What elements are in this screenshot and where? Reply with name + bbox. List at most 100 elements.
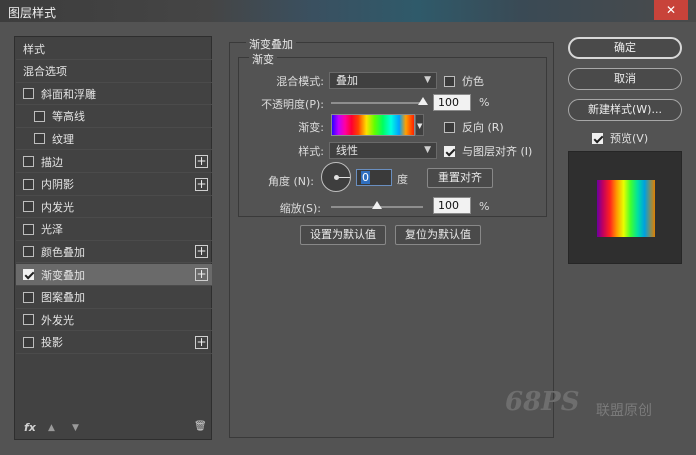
reverse-label: 反向 (R) [462,121,504,134]
add-effect-icon[interactable]: + [195,177,208,191]
style-item-label: 描边 [41,155,63,169]
opacity-slider-track[interactable] [331,102,423,104]
scale-input[interactable]: 100 [433,197,471,214]
style-item-label: 投影 [41,336,63,350]
scale-slider-thumb[interactable] [372,201,382,209]
gradient-picker[interactable] [331,114,415,136]
style-item[interactable]: 内阴影 + [16,174,212,196]
add-effect-icon[interactable]: + [195,268,208,281]
preview-checkbox[interactable]: 预览(V) [592,130,648,146]
trash-icon[interactable]: 🗑 [194,421,207,432]
angle-unit: 度 [397,173,408,186]
angle-dial-needle [336,177,350,178]
opacity-slider-thumb[interactable] [418,97,428,105]
style-item[interactable]: 颜色叠加 + [16,241,212,264]
style-item[interactable]: 外发光 [16,309,212,332]
blend-mode-label: 混合模式: [276,75,324,88]
style-item-label: 内发光 [41,200,74,214]
style-item[interactable]: 样式 [16,38,212,60]
preview-swatch [597,180,655,237]
ok-button[interactable]: 确定 [568,37,682,59]
dither-check-box[interactable] [444,75,455,87]
style-item-label: 外发光 [41,313,74,327]
style-item[interactable]: 图案叠加 [16,287,212,309]
preview-check-box[interactable] [592,132,603,144]
style-item-label: 斜面和浮雕 [41,87,96,101]
opacity-label: 不透明度(P): [261,98,324,111]
style-item-checkbox[interactable] [23,201,34,213]
style-item-checkbox[interactable] [34,110,45,122]
style-item-label: 纹理 [52,132,74,146]
move-up-icon[interactable]: ▲ [48,423,55,433]
style-item-label: 颜色叠加 [41,245,85,259]
style-item-checkbox[interactable] [34,133,45,145]
style-item-checkbox[interactable] [23,156,34,167]
group-title: 渐变 [249,51,277,67]
style-item[interactable]: 纹理 [16,128,212,151]
styles-footer: fx ▲ ▼ 🗑 [16,419,212,439]
dither-checkbox[interactable]: 仿色 [444,73,484,89]
window-title: 图层样式 [8,6,57,20]
reverse-check-box[interactable] [444,121,455,133]
reset-default-button[interactable]: 复位为默认值 [395,225,481,245]
align-checkbox[interactable]: 与图层对齐 (I) [444,143,532,159]
cancel-button[interactable]: 取消 [568,68,682,90]
watermark-logo: 68PS [505,387,580,417]
close-button[interactable]: ✕ [654,0,688,20]
style-item[interactable]: 描边 + [16,151,212,173]
style-item[interactable]: 等高线 [16,106,212,128]
add-effect-icon[interactable]: + [195,245,208,259]
opacity-input[interactable]: 100 [433,94,471,111]
style-item[interactable]: 渐变叠加 + [16,264,212,286]
angle-input[interactable]: 0 [356,169,392,186]
style-item-label: 等高线 [52,110,85,124]
set-default-button[interactable]: 设置为默认值 [300,225,386,245]
move-down-icon[interactable]: ▼ [72,423,79,433]
align-check-box[interactable] [444,145,455,157]
scale-label: 缩放(S): [279,202,321,215]
style-item-label: 图案叠加 [41,291,85,305]
watermark-text: 联盟原创 [596,403,652,419]
fx-icon[interactable]: fx [24,421,36,434]
chevron-down-icon: ▼ [417,122,423,130]
add-effect-icon[interactable]: + [195,335,208,349]
style-item-checkbox[interactable] [23,88,34,100]
angle-dial[interactable] [321,162,351,192]
style-item-checkbox[interactable] [23,223,34,235]
preview-area [568,151,682,264]
style-item-checkbox[interactable] [23,336,34,348]
title-bar: 图层样式 ✕ [0,0,696,22]
style-item-label: 内阴影 [41,178,74,192]
style-item-checkbox[interactable] [23,314,34,326]
chevron-down-icon: ▼ [424,145,431,155]
reset-align-button[interactable]: 重置对齐 [427,168,493,188]
add-effect-icon[interactable]: + [195,155,208,168]
scale-percent: % [479,200,490,213]
section-title: 渐变叠加 [246,36,296,52]
style-value: 线性 [336,144,358,157]
style-item-checkbox[interactable] [23,178,34,190]
gradient-dropdown[interactable]: ▼ [415,114,424,136]
style-item-label: 样式 [23,42,45,56]
new-style-button[interactable]: 新建样式(W)... [568,99,682,121]
align-label: 与图层对齐 (I) [462,145,533,158]
style-item[interactable]: 内发光 [16,196,212,219]
style-item-label: 混合选项 [23,65,67,79]
style-item[interactable]: 光泽 [16,219,212,241]
style-item-checkbox[interactable] [23,246,34,258]
style-item[interactable]: 投影 + [16,332,212,354]
style-label: 样式: [298,145,324,158]
style-item-checkbox[interactable] [23,269,34,280]
style-item-label: 渐变叠加 [41,268,85,282]
style-item-checkbox[interactable] [23,291,34,303]
reverse-checkbox[interactable]: 反向 (R) [444,119,504,135]
styles-list: 样式混合选项斜面和浮雕等高线纹理描边 + 内阴影 + 内发光光泽颜色叠加 + 渐变叠加 + 图案… [14,36,212,440]
gradient-overlay-panel: 渐变叠加 渐变 混合模式: 叠加 ▼ 仿色 不透明度(P): 100 % 渐变:… [229,36,554,438]
style-item[interactable]: 斜面和浮雕 [16,83,212,106]
blend-mode-select[interactable]: 叠加 ▼ [329,72,437,89]
blend-mode-value: 叠加 [336,74,358,87]
style-item[interactable]: 混合选项 [16,61,212,83]
gradient-group: 渐变 混合模式: 叠加 ▼ 仿色 不透明度(P): 100 % 渐变: ▼ 反向… [238,51,547,217]
style-select[interactable]: 线性 ▼ [329,142,437,159]
angle-value: 0 [361,171,370,184]
